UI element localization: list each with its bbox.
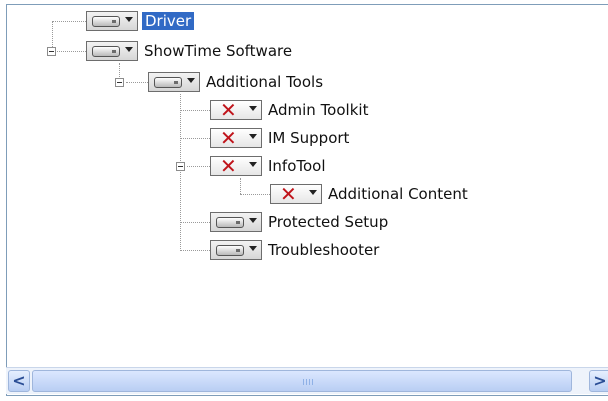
hard-drive-icon bbox=[92, 16, 120, 27]
install-option-dropdown[interactable] bbox=[210, 212, 262, 232]
hard-drive-icon bbox=[154, 77, 182, 88]
tree-item-showtime-software[interactable]: ShowTime Software bbox=[86, 39, 292, 63]
collapse-button[interactable] bbox=[176, 162, 185, 171]
tree-connector bbox=[180, 110, 210, 111]
tree-item-label: Driver bbox=[142, 12, 195, 30]
tree-item-additional-tools[interactable]: Additional Tools bbox=[148, 70, 323, 94]
grip-icon bbox=[303, 379, 315, 385]
install-option-dropdown[interactable] bbox=[148, 72, 200, 92]
chevron-down-icon bbox=[249, 246, 257, 251]
tree-item-im-support[interactable]: ✕ IM Support bbox=[210, 126, 349, 150]
tree-item-driver[interactable]: Driver bbox=[86, 9, 195, 33]
tree-item-protected-setup[interactable]: Protected Setup bbox=[210, 210, 388, 234]
chevron-right-icon: > bbox=[593, 371, 607, 390]
tree-item-additional-content[interactable]: ✕ Additional Content bbox=[270, 182, 468, 206]
tree-connector bbox=[240, 178, 241, 194]
tree-item-troubleshooter[interactable]: Troubleshooter bbox=[210, 238, 379, 262]
tree-item-label: Admin Toolkit bbox=[268, 101, 369, 119]
install-option-dropdown[interactable]: ✕ bbox=[210, 98, 262, 122]
scroll-right-button[interactable]: > bbox=[589, 370, 608, 392]
chevron-down-icon bbox=[249, 218, 257, 223]
install-option-dropdown[interactable]: ✕ bbox=[210, 126, 262, 150]
hard-drive-icon bbox=[92, 46, 120, 57]
tree-connector bbox=[180, 138, 210, 139]
scroll-thumb[interactable] bbox=[32, 370, 572, 392]
tree-item-infotool[interactable]: ✕ InfoTool bbox=[210, 154, 326, 178]
tree-item-label: ShowTime Software bbox=[144, 42, 293, 60]
tree-item-label: IM Support bbox=[268, 129, 350, 147]
tree-connector bbox=[187, 166, 210, 167]
red-x-icon: ✕ bbox=[280, 182, 297, 206]
tree-item-label: Protected Setup bbox=[268, 213, 389, 231]
tree-connector bbox=[57, 51, 86, 52]
tree-item-label: Additional Tools bbox=[206, 73, 324, 91]
install-option-dropdown[interactable] bbox=[86, 41, 138, 61]
chevron-down-icon bbox=[309, 190, 317, 195]
feature-tree: Driver ShowTime Software Additional Tool… bbox=[7, 5, 608, 370]
tree-connector bbox=[240, 194, 270, 195]
install-option-dropdown[interactable] bbox=[210, 240, 262, 260]
hard-drive-icon bbox=[216, 245, 244, 256]
chevron-down-icon bbox=[125, 17, 133, 22]
tree-connector bbox=[126, 82, 148, 83]
tree-connector bbox=[180, 250, 210, 251]
collapse-button[interactable] bbox=[47, 47, 56, 56]
hard-drive-icon bbox=[216, 217, 244, 228]
tree-item-label: Additional Content bbox=[328, 185, 468, 203]
chevron-left-icon: < bbox=[12, 371, 26, 390]
tree-connector bbox=[180, 94, 181, 251]
tree-item-admin-toolkit[interactable]: ✕ Admin Toolkit bbox=[210, 98, 368, 122]
tree-connector bbox=[180, 222, 210, 223]
chevron-down-icon bbox=[249, 134, 257, 139]
red-x-icon: ✕ bbox=[220, 98, 237, 122]
chevron-down-icon bbox=[125, 47, 133, 52]
collapse-button[interactable] bbox=[115, 78, 124, 87]
red-x-icon: ✕ bbox=[220, 126, 237, 150]
scroll-left-button[interactable]: < bbox=[8, 370, 30, 392]
tree-item-label: InfoTool bbox=[268, 157, 326, 175]
install-option-dropdown[interactable]: ✕ bbox=[210, 154, 262, 178]
horizontal-scrollbar[interactable]: < > bbox=[6, 367, 608, 394]
install-option-dropdown[interactable]: ✕ bbox=[270, 182, 322, 206]
chevron-down-icon bbox=[249, 162, 257, 167]
feature-tree-panel: Driver ShowTime Software Additional Tool… bbox=[6, 4, 608, 396]
install-option-dropdown[interactable] bbox=[86, 11, 138, 31]
chevron-down-icon bbox=[249, 106, 257, 111]
red-x-icon: ✕ bbox=[220, 154, 237, 178]
tree-connector bbox=[119, 63, 120, 79]
chevron-down-icon bbox=[187, 78, 195, 83]
tree-connector bbox=[52, 21, 86, 22]
tree-item-label: Troubleshooter bbox=[268, 241, 380, 259]
tree-connector bbox=[52, 21, 53, 47]
